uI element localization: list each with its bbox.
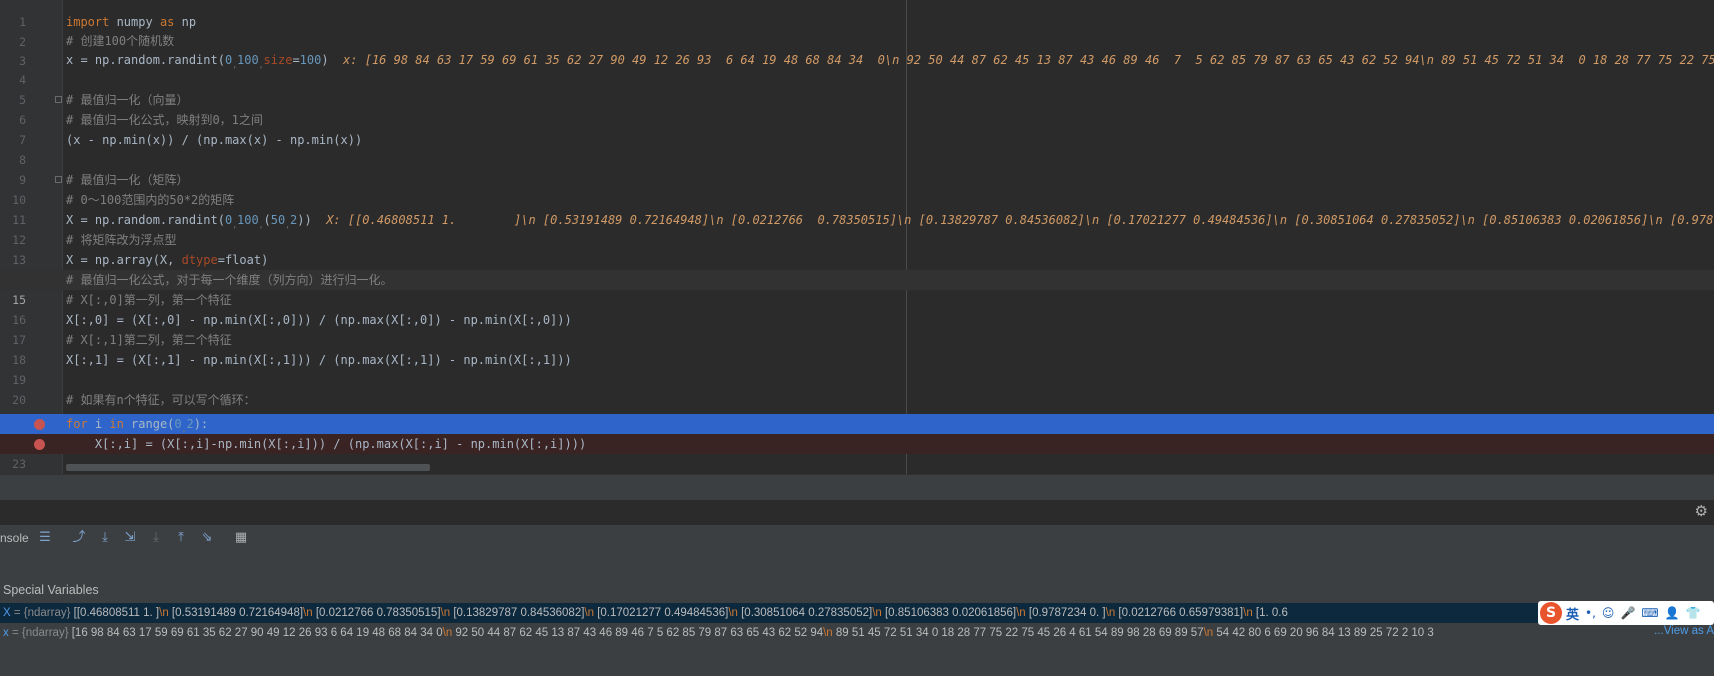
code-line-3[interactable]: 3 # 创建100个随机数 [0,31,1714,68]
code-line-4[interactable]: 4 x = np.random.randint(0,100,size=100) … [0,50,1714,87]
code-line-12[interactable]: 12 X = np.random.randint(0,100,(50,2)) X… [0,210,1714,247]
code-line-15[interactable]: 15 # 最值归一化公式，对于每一个维度（列方向）进行归一化。 [0,270,1714,307]
code-line-18[interactable]: 18 # X[:,1]第二列，第二个特征 [0,330,1714,367]
code-line-8[interactable]: 8 (x - np.min(x)) / (np.max(x) - np.min(… [0,130,1714,167]
emoji-icon[interactable]: ☺ [1602,606,1615,620]
code-line-2[interactable]: 2 import numpy as np [0,12,1714,49]
code-line-10[interactable]: 10 # 最值归一化（矩阵） [0,170,1714,207]
horizontal-scrollbar[interactable] [66,464,430,471]
code-editor[interactable]: 1 2 import numpy as np 3 # 创建100个随机数 4 x… [0,0,1714,474]
step-into-my-code-icon[interactable]: ⇲ [121,529,139,547]
run-to-cursor-icon[interactable]: ⇘ [198,529,216,547]
punctuation-icon[interactable]: •, [1585,606,1596,620]
code-line-13[interactable]: 13 # 将矩阵改为浮点型 [0,230,1714,267]
code-line-20[interactable]: 20 [0,370,1714,407]
special-variables-node[interactable]: Special Variables [3,583,99,597]
microphone-icon[interactable]: 🎤 [1620,606,1635,620]
code-line-17[interactable]: 17 X[:,0] = (X[:,0] - np.min(X[:,0])) / … [0,310,1714,347]
code-line-19[interactable]: 19 X[:,1] = (X[:,1] - np.min(X[:,1])) / … [0,350,1714,387]
ime-toolbar[interactable]: S 英 •, ☺ 🎤 ⌨ 👤 👕 [1538,601,1714,625]
code-line-7[interactable]: 7 # 最值归一化公式，映射到0，1之间 [0,110,1714,147]
code-line-9[interactable]: 9 [0,150,1714,187]
user-icon[interactable]: 👤 [1665,606,1680,620]
code-line-22[interactable]: 22 for i in range(0,2): [0,414,1714,451]
sogou-logo-icon[interactable]: S [1540,602,1562,624]
show-execution-point-icon[interactable]: ⤴ [70,529,88,547]
code-line-6[interactable]: 6 # 最值归一化（向量） [0,90,1714,127]
editor-status-strip [0,474,1714,500]
code-line-23[interactable]: 23 X[:,i] = (X[:,i]-np.min(X[:,i])) / (n… [0,434,1714,471]
menu-icon[interactable]: ☰ [36,529,54,547]
code-line-16[interactable]: 16 # X[:,0]第一列，第一个特征 [0,290,1714,327]
ime-language-toggle[interactable]: 英 [1566,604,1579,623]
keyboard-icon[interactable]: ⌨ [1641,606,1658,620]
skin-icon[interactable]: 👕 [1686,606,1701,620]
variable-row-x[interactable]: x = {ndarray} [16 98 84 63 17 59 69 61 3… [0,623,1714,643]
step-out-icon[interactable]: ⤒ [172,529,190,547]
evaluate-expression-icon[interactable]: ▦ [232,529,250,547]
code-line-21[interactable]: 21 # 如果有n个特征，可以写个循环： [0,390,1714,427]
step-over-icon[interactable]: ⤓ [96,529,114,547]
force-step-into-icon: ⤓ [153,530,159,545]
console-tab[interactable]: nsole [0,531,29,545]
code-line-14[interactable]: 14 X = np.array(X, dtype=float) [0,250,1714,287]
debugger-toolbar: nsole ☰ ⤴ ⤓ ⇲ ⤓ ⤒ ⇘ ▦ [0,525,1714,554]
inline-debug-value-X: X: [[0.46808511 1. ]\n [0.53191489 0.721… [326,213,1714,227]
view-as-array-link[interactable]: ...View as A [1651,625,1714,637]
fold-icon[interactable] [55,96,62,103]
code-line-11[interactable]: 11 # 0～100范围内的50*2的矩阵 [0,190,1714,227]
variables-panel: Special Variables X = {ndarray} [[0.4680… [0,553,1714,676]
code-line-5[interactable]: 5 [0,70,1714,107]
gear-icon[interactable]: ⚙ [1695,502,1708,520]
fold-icon[interactable] [55,176,62,183]
breakpoint-icon[interactable] [34,439,45,450]
breakpoint-icon[interactable] [34,419,45,430]
code-line-1[interactable]: 1 [0,0,1714,29]
inline-debug-value-x: x: [16 98 84 63 17 59 69 61 35 62 27 90 … [343,53,1714,67]
variable-row-X[interactable]: X = {ndarray} [[0.46808511 1. ]\n [0.531… [0,603,1714,623]
